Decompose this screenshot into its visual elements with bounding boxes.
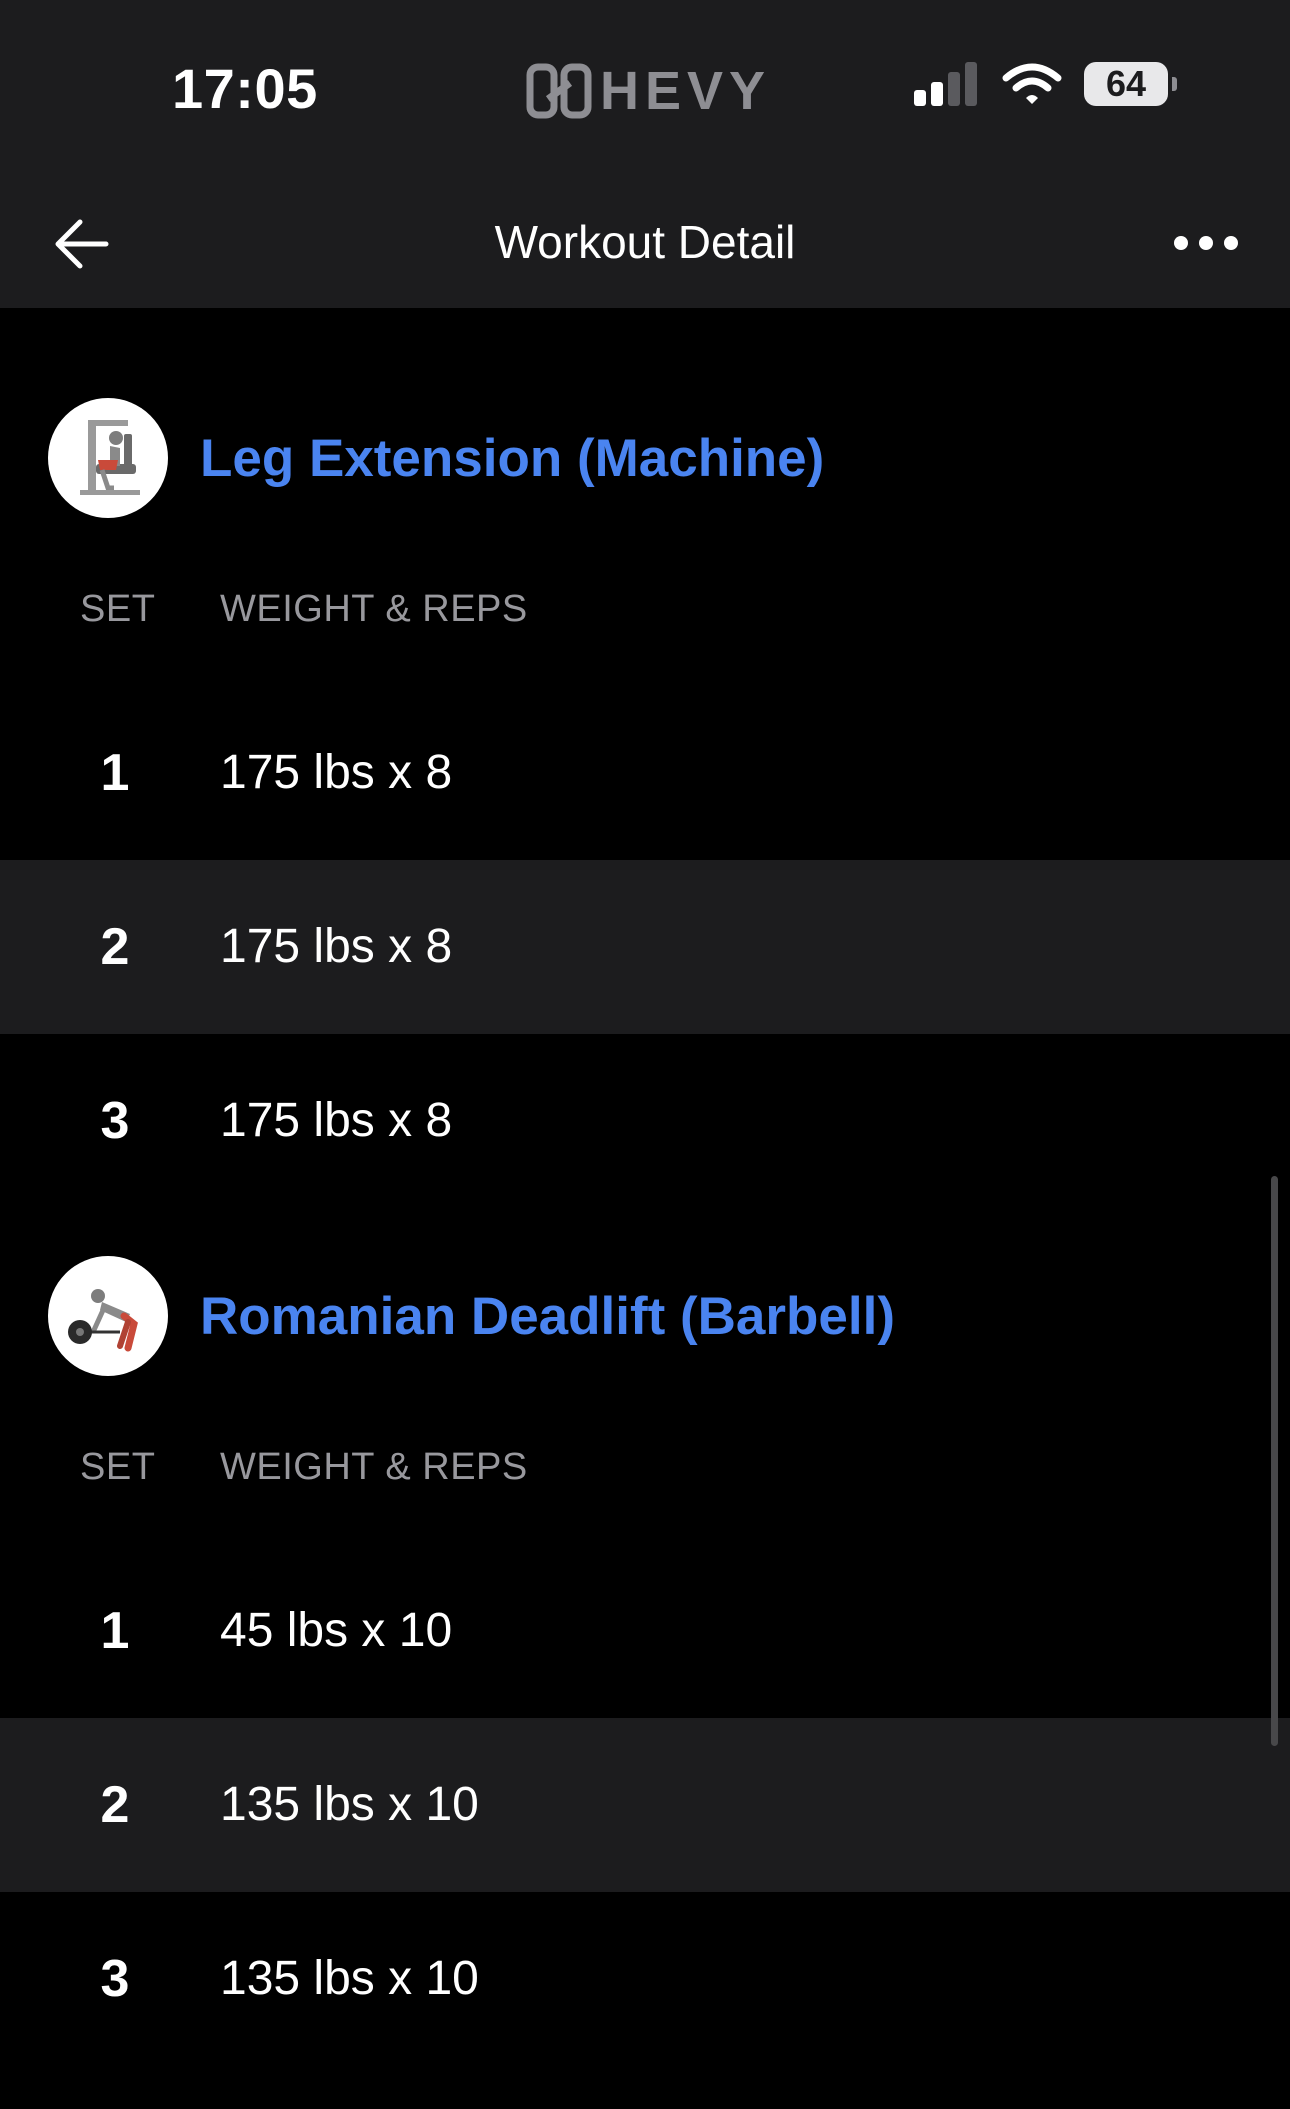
battery-level: 64 <box>1105 63 1147 104</box>
top-bar: 17:05 HEVY 64 Workout Detail <box>0 0 1290 308</box>
exercise-header[interactable]: Leg Extension (Machine) <box>48 398 824 518</box>
set-column-header: SET <box>80 1446 156 1488</box>
status-time: 17:05 <box>172 57 318 120</box>
set-row: 1 175 lbs x 8 <box>0 686 1290 860</box>
hevy-logo-icon <box>526 63 592 119</box>
battery-indicator: 64 <box>1084 62 1177 106</box>
set-number: 1 <box>100 1602 130 1660</box>
weight-reps-column-header: WEIGHT & REPS <box>220 1446 528 1488</box>
leg-extension-machine-icon <box>80 420 140 495</box>
brand-name: HEVY <box>600 61 772 121</box>
status-icons: 64 <box>914 62 1177 106</box>
set-weight-reps: 175 lbs x 8 <box>220 920 453 973</box>
romanian-deadlift-icon <box>68 1289 138 1352</box>
set-number: 2 <box>100 918 130 976</box>
more-dot-icon <box>1199 236 1213 250</box>
page-title: Workout Detail <box>494 216 796 268</box>
set-weight-reps: 135 lbs x 10 <box>220 1778 479 1831</box>
exercise-thumbnail[interactable] <box>48 398 168 518</box>
set-number: 3 <box>100 1092 130 1150</box>
set-weight-reps: 175 lbs x 8 <box>220 746 453 799</box>
exercise-title[interactable]: Romanian Deadlift (Barbell) <box>200 1286 895 1347</box>
set-row: 2 175 lbs x 8 <box>0 860 1290 1034</box>
weight-reps-column-header: WEIGHT & REPS <box>220 588 528 630</box>
more-dot-icon <box>1224 236 1238 250</box>
more-options-button[interactable] <box>1174 228 1238 258</box>
wifi-icon <box>1002 63 1062 104</box>
set-column-header: SET <box>80 588 156 630</box>
set-weight-reps: 175 lbs x 8 <box>220 1094 453 1147</box>
set-row: 2 135 lbs x 10 <box>0 1718 1290 1892</box>
set-weight-reps: 45 lbs x 10 <box>220 1604 453 1657</box>
scrollbar[interactable] <box>1271 1176 1278 1746</box>
set-row: 3 175 lbs x 8 <box>0 1034 1290 1208</box>
brand-logo: HEVY <box>526 60 771 122</box>
set-number: 2 <box>100 1776 130 1834</box>
more-dot-icon <box>1174 236 1188 250</box>
exercise-header[interactable]: Romanian Deadlift (Barbell) <box>48 1256 895 1376</box>
set-row: 3 135 lbs x 10 <box>0 1892 1290 2066</box>
set-number: 3 <box>100 1950 130 2008</box>
set-row: 1 45 lbs x 10 <box>0 1544 1290 1718</box>
set-weight-reps: 135 lbs x 10 <box>220 1952 479 2005</box>
exercise-thumbnail[interactable] <box>48 1256 168 1376</box>
cellular-signal-icon <box>914 62 977 106</box>
set-number: 1 <box>100 744 130 802</box>
exercise-title[interactable]: Leg Extension (Machine) <box>200 428 824 489</box>
